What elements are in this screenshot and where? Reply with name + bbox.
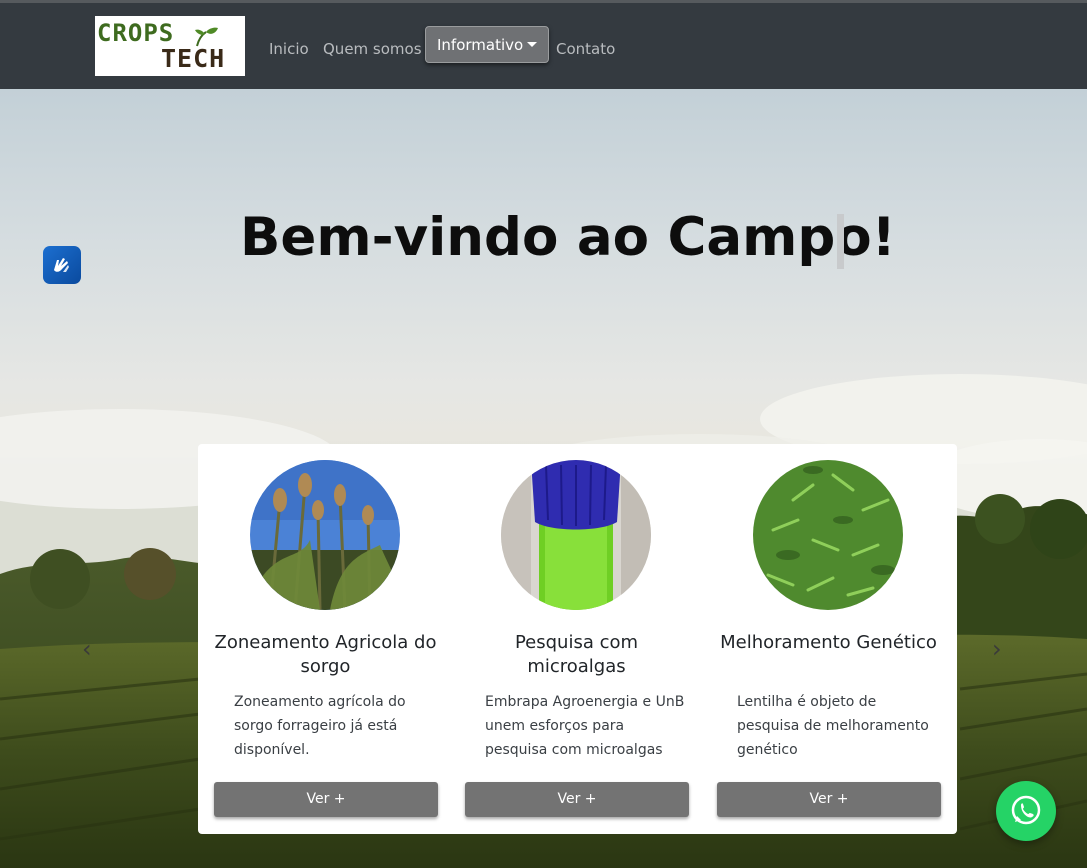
card-text: Zoneamento agrícola do sorgo forrageiro … bbox=[234, 694, 406, 758]
hero-carousel: Bem-vindo ao Campo! ‹ › Zoneamento Agric… bbox=[0, 89, 1087, 868]
nav-quem-somos[interactable]: Quem somos bbox=[323, 39, 422, 59]
nav-informativo-label: Informativo bbox=[437, 36, 524, 54]
whatsapp-icon bbox=[1011, 795, 1041, 825]
logo-text-crops: CROPS bbox=[97, 19, 175, 47]
lentil-field-image bbox=[753, 460, 903, 610]
sorghum-image bbox=[250, 460, 400, 610]
card-title: Melhoramento Genético bbox=[720, 632, 937, 653]
navbar: CROPS TECH Inicio Quem somos Informativo… bbox=[0, 0, 1087, 89]
cards-panel: Zoneamento Agricola do sorgo Zoneamento … bbox=[198, 444, 957, 834]
nav-informativo-dropdown[interactable]: Informativo bbox=[425, 26, 549, 63]
whatsapp-button[interactable] bbox=[996, 781, 1056, 841]
nav-inicio[interactable]: Inicio bbox=[269, 39, 309, 59]
sign-language-hands-icon bbox=[54, 258, 69, 272]
card-text: Embrapa Agroenergia e UnB unem esforços … bbox=[485, 694, 685, 758]
logo-text-tech: TECH bbox=[161, 44, 226, 73]
news-card: Pesquisa com microalgas Embrapa Agroener… bbox=[449, 444, 700, 834]
card-text: Lentilha é objeto de pesquisa de melhora… bbox=[737, 694, 929, 758]
ver-mais-button[interactable]: Ver + bbox=[717, 782, 941, 817]
ver-mais-button[interactable]: Ver + bbox=[214, 782, 438, 817]
card-title: Zoneamento Agricola do sorgo bbox=[214, 632, 437, 677]
ver-mais-button[interactable]: Ver + bbox=[465, 782, 689, 817]
card-title: Pesquisa com microalgas bbox=[514, 632, 639, 677]
nav-contato[interactable]: Contato bbox=[556, 39, 615, 59]
typing-cursor bbox=[837, 214, 844, 269]
microalgae-image bbox=[501, 460, 651, 610]
news-card: Melhoramento Genético Lentilha é objeto … bbox=[701, 444, 952, 834]
chevron-left-icon[interactable]: ‹ bbox=[82, 637, 92, 661]
crops-tech-logo[interactable]: CROPS TECH bbox=[95, 16, 245, 76]
caret-down-icon bbox=[527, 42, 537, 47]
news-card: Zoneamento Agricola do sorgo Zoneamento … bbox=[198, 444, 449, 834]
chevron-right-icon[interactable]: › bbox=[992, 637, 1002, 661]
hero-title: Bem-vindo ao Campo! bbox=[240, 207, 896, 268]
accessibility-button[interactable] bbox=[43, 246, 81, 284]
